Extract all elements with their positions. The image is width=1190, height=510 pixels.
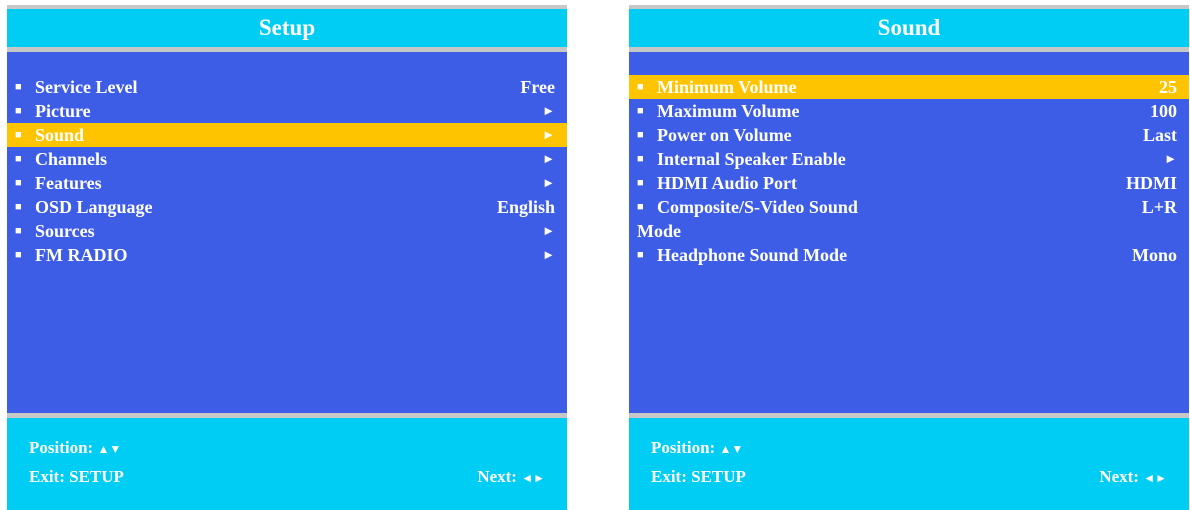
item-label: Channels bbox=[35, 149, 108, 169]
item-label: Service Level bbox=[35, 77, 138, 97]
item-value: Free bbox=[520, 77, 555, 97]
position-hint: Position: ▲▼ bbox=[651, 438, 743, 458]
position-hint: Position: ▲▼ bbox=[29, 438, 121, 458]
item-label: HDMI Audio Port bbox=[657, 173, 798, 193]
next-label: Next: bbox=[477, 467, 517, 486]
sound-item-minimum-volume[interactable]: ■ Minimum Volume 25 bbox=[629, 75, 1189, 99]
item-label: OSD Language bbox=[35, 197, 153, 217]
item-label: Sources bbox=[35, 221, 95, 241]
next-hint: Next: ◄► bbox=[1099, 467, 1167, 487]
exit-hint: Exit: SETUP bbox=[29, 467, 124, 486]
sound-item-hdmi-audio-port[interactable]: ■ HDMI Audio Port HDMI bbox=[629, 171, 1189, 195]
bullet-icon: ■ bbox=[15, 105, 22, 117]
bullet-icon: ■ bbox=[637, 105, 644, 117]
left-right-arrows-icon: ◄► bbox=[521, 471, 545, 485]
item-label: Sound bbox=[35, 125, 85, 145]
right-arrow-icon: ► bbox=[542, 223, 555, 238]
sound-item-list: ■ Minimum Volume 25 ■ Maximum Volume 100 ■… bbox=[629, 75, 1189, 267]
sound-item-maximum-volume[interactable]: ■ Maximum Volume 100 bbox=[629, 99, 1189, 123]
bullet-icon: ■ bbox=[15, 249, 22, 261]
setup-item-features[interactable]: ■ Features ► bbox=[7, 171, 567, 195]
sound-menu: Sound ■ Minimum Volume 25 ■ Maximum Volume… bbox=[629, 5, 1189, 510]
right-arrow-icon: ► bbox=[542, 151, 555, 166]
next-label: Next: bbox=[1099, 467, 1139, 486]
item-label: Minimum Volume bbox=[657, 77, 797, 97]
bullet-icon: ■ bbox=[15, 153, 22, 165]
bullet-icon: ■ bbox=[15, 81, 22, 93]
setup-title: Setup bbox=[7, 5, 567, 52]
item-label: Composite/S-Video Sound bbox=[657, 197, 858, 217]
sound-item-headphone-sound-mode[interactable]: ■ Headphone Sound Mode Mono bbox=[629, 243, 1189, 267]
setup-item-service-level[interactable]: ■ Service Level Free bbox=[7, 75, 567, 99]
sound-title: Sound bbox=[629, 5, 1189, 52]
bullet-icon: ■ bbox=[637, 153, 644, 165]
sound-footer: Position: ▲▼ Exit: SETUP Next: ◄► bbox=[629, 413, 1189, 510]
item-value: L+R bbox=[1141, 197, 1177, 217]
item-value: English bbox=[496, 197, 555, 217]
bullet-icon: ■ bbox=[637, 201, 644, 213]
bullet-icon: ■ bbox=[637, 177, 644, 189]
setup-menu: Setup ■ Service Level Free ■ Picture ► ■ So… bbox=[7, 5, 567, 510]
bullet-icon: ■ bbox=[637, 249, 644, 261]
item-label: Maximum Volume bbox=[657, 101, 800, 121]
right-arrow-icon: ► bbox=[542, 103, 555, 118]
sound-item-power-on-volume[interactable]: ■ Power on Volume Last bbox=[629, 123, 1189, 147]
item-label: Features bbox=[35, 173, 102, 193]
item-label: Internal Speaker Enable bbox=[657, 149, 846, 169]
setup-item-picture[interactable]: ■ Picture ► bbox=[7, 99, 567, 123]
sound-item-internal-speaker-enable[interactable]: ■ Internal Speaker Enable ► bbox=[629, 147, 1189, 171]
right-arrow-icon: ► bbox=[542, 127, 555, 142]
sound-item-composite-s-video-sound-mode[interactable]: ■ Composite/S-Video Sound L+R bbox=[629, 195, 1189, 219]
setup-item-channels[interactable]: ■ Channels ► bbox=[7, 147, 567, 171]
bullet-icon: ■ bbox=[637, 81, 644, 93]
up-down-arrows-icon: ▲▼ bbox=[97, 442, 122, 456]
composite-label-wrap: Mode bbox=[637, 221, 681, 241]
setup-footer: Position: ▲▼ Exit: SETUP Next: ◄► bbox=[7, 413, 567, 510]
left-right-arrows-icon: ◄► bbox=[1143, 471, 1167, 485]
position-label: Position: bbox=[651, 438, 716, 457]
setup-item-sources[interactable]: ■ Sources ► bbox=[7, 219, 567, 243]
up-down-arrows-icon: ▲▼ bbox=[719, 442, 744, 456]
right-arrow-icon: ► bbox=[542, 175, 555, 190]
item-value: 25 bbox=[1159, 77, 1177, 97]
bullet-icon: ■ bbox=[15, 225, 22, 237]
setup-item-sound[interactable]: ■ Sound ► bbox=[7, 123, 567, 147]
item-label: Power on Volume bbox=[657, 125, 792, 145]
exit-hint: Exit: SETUP bbox=[651, 467, 746, 486]
right-arrow-icon: ► bbox=[1164, 151, 1177, 166]
item-label: FM RADIO bbox=[35, 245, 128, 265]
bullet-icon: ■ bbox=[15, 201, 22, 213]
setup-item-list: ■ Service Level Free ■ Picture ► ■ Sound ► … bbox=[7, 75, 567, 267]
bullet-icon: ■ bbox=[637, 129, 644, 141]
item-value: 100 bbox=[1150, 101, 1177, 121]
bullet-icon: ■ bbox=[15, 177, 22, 189]
bullet-icon: ■ bbox=[15, 129, 22, 141]
right-arrow-icon: ► bbox=[542, 247, 555, 262]
item-label: Picture bbox=[35, 101, 91, 121]
item-label: Headphone Sound Mode bbox=[657, 245, 848, 265]
setup-item-fm-radio[interactable]: ■ FM RADIO ► bbox=[7, 243, 567, 267]
position-label: Position: bbox=[29, 438, 94, 457]
next-hint: Next: ◄► bbox=[477, 467, 545, 487]
item-value: HDMI bbox=[1126, 173, 1177, 193]
setup-item-osd-language[interactable]: ■ OSD Language English bbox=[7, 195, 567, 219]
item-value: Last bbox=[1142, 125, 1177, 145]
item-value: Mono bbox=[1132, 245, 1177, 265]
